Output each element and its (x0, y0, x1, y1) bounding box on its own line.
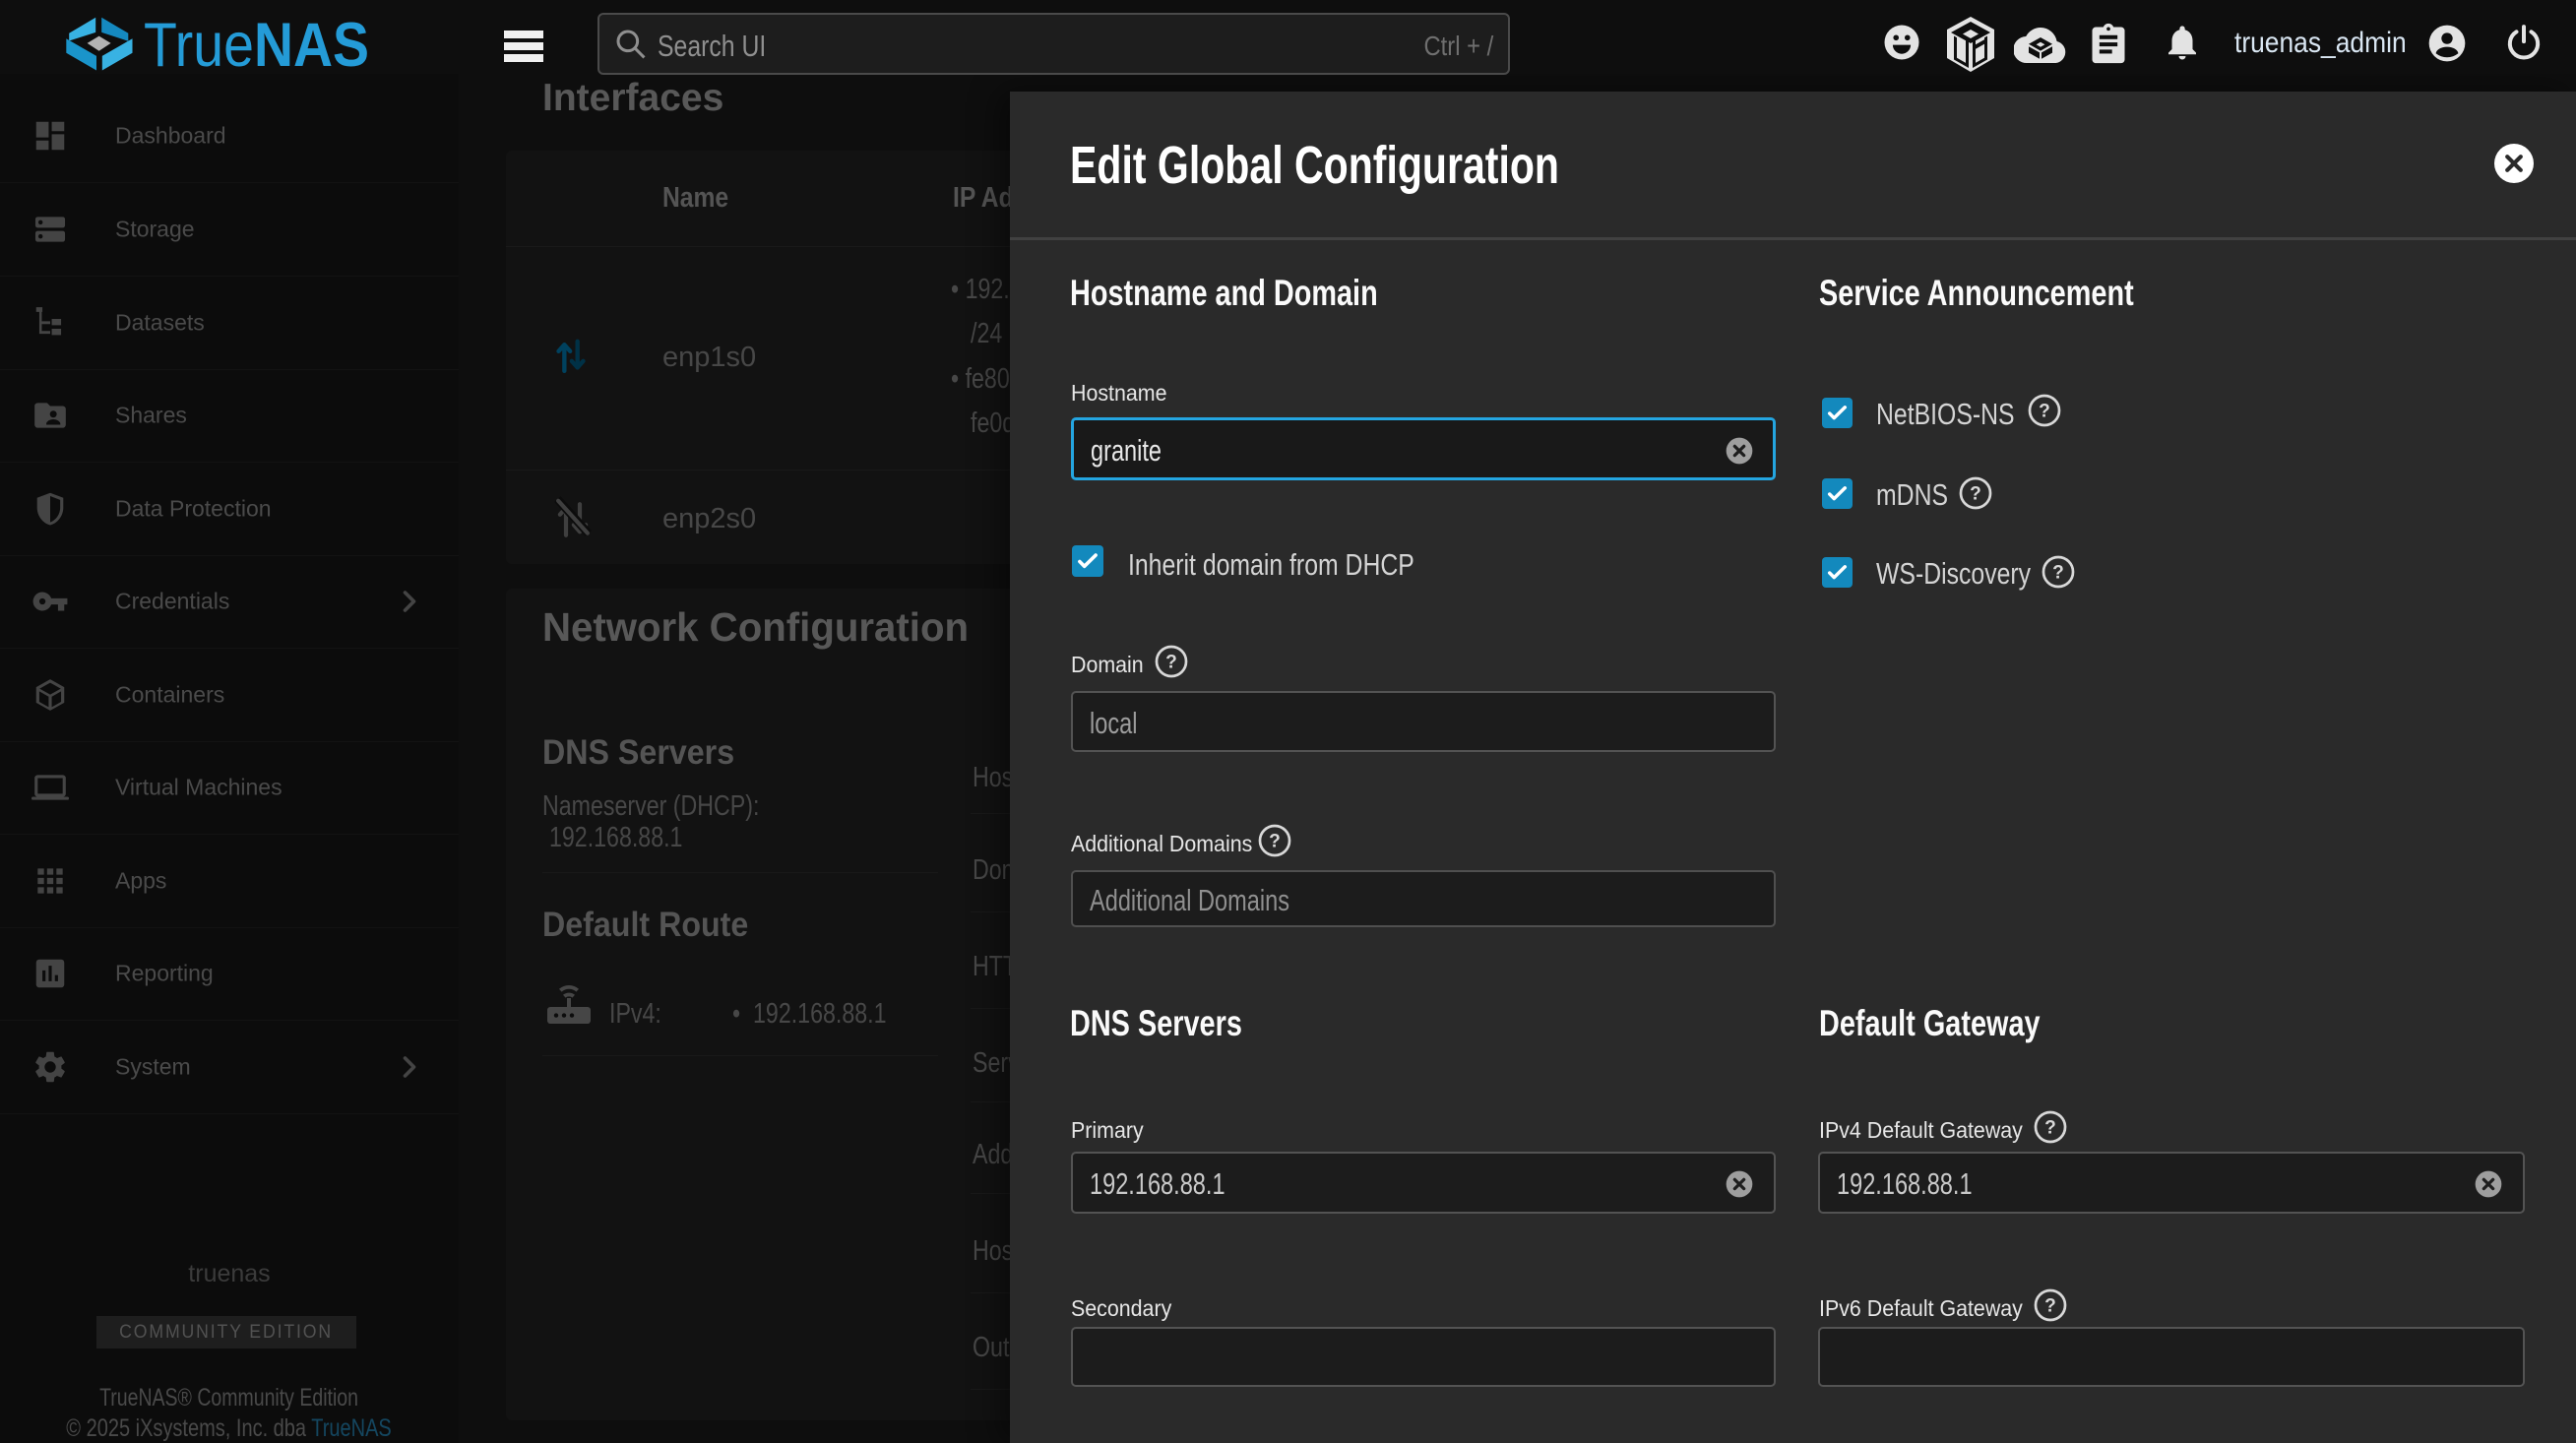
svg-text:?: ? (1269, 832, 1281, 852)
svg-text:?: ? (1970, 484, 1981, 505)
svg-text:?: ? (2044, 1118, 2056, 1139)
svg-text:?: ? (2039, 402, 2050, 422)
svg-text:?: ? (2044, 1296, 2056, 1317)
svg-text:?: ? (2052, 563, 2064, 584)
svg-text:?: ? (1165, 653, 1177, 673)
